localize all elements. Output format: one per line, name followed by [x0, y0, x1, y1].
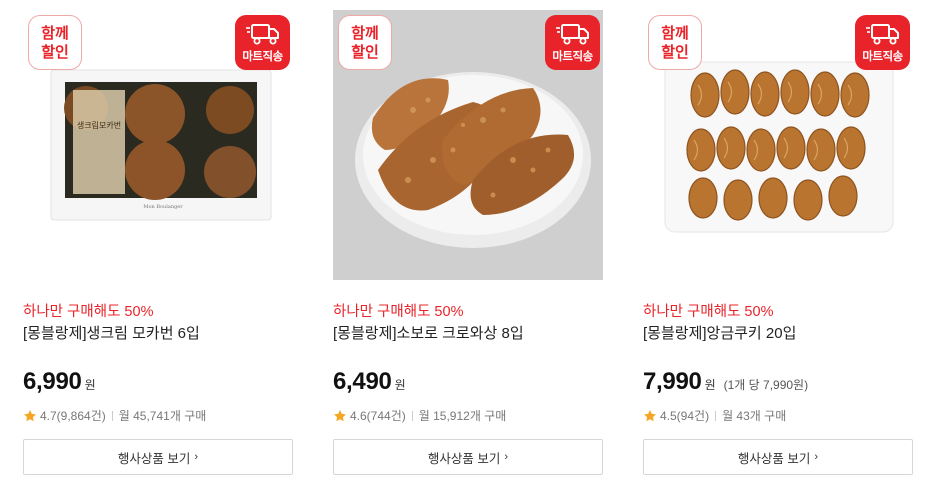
chevron-right-icon: › — [814, 451, 819, 463]
monthly-purchases: 월 45,741개 구매 — [118, 409, 207, 423]
star-icon — [644, 409, 656, 421]
mart-delivery-badge: 마트직송 — [235, 15, 290, 70]
price: 7,990 — [643, 368, 702, 395]
badge-line-2: 할인 — [41, 43, 69, 61]
price: 6,990 — [23, 368, 82, 395]
button-label: 행사상품 보기 — [117, 451, 191, 466]
together-discount-badge: 함께 할인 — [28, 15, 82, 70]
monthly-purchases: 월 15,912개 구매 — [418, 409, 507, 423]
badge-line-1: 함께 — [661, 24, 689, 42]
rating-row: 4.5(94건) 월 43개 구매 — [643, 407, 786, 424]
monthly-purchases: 월 43개 구매 — [722, 409, 787, 423]
chevron-right-icon: › — [504, 451, 509, 463]
currency-label: 원 — [704, 378, 716, 392]
divider — [715, 410, 717, 421]
product-title[interactable]: [몽블랑제]생크림 모카번 6입 — [23, 322, 200, 343]
badge-line-1: 함께 — [41, 24, 69, 42]
rating-row: 4.7(9,864건) 월 45,741개 구매 — [23, 407, 206, 424]
currency-label: 원 — [84, 378, 96, 392]
divider — [111, 410, 113, 421]
view-promo-products-button[interactable]: 행사상품 보기 › — [333, 439, 603, 475]
button-label: 행사상품 보기 — [427, 451, 501, 466]
product-title[interactable]: [몽블랑제]소보로 크로와상 8입 — [333, 322, 524, 343]
star-icon — [334, 409, 346, 421]
product-card[interactable]: 함께 할인 마트직송 하나만 구매해도 50% [몽블랑제]앙금쿠키 20입 7… — [643, 10, 913, 490]
price-row: 6,490 원 — [333, 368, 406, 396]
product-image[interactable]: 함께 할인 마트직송 — [333, 10, 603, 280]
rating-text: 4.7(9,864건) — [40, 409, 106, 423]
badge-line-2: 할인 — [661, 43, 689, 61]
product-title[interactable]: [몽블랑제]앙금쿠키 20입 — [643, 322, 796, 343]
rating-row: 4.6(744건) 월 15,912개 구매 — [333, 407, 506, 424]
promo-text: 하나만 구매해도 50% — [23, 304, 154, 320]
view-promo-products-button[interactable]: 행사상품 보기 › — [23, 439, 293, 475]
product-image[interactable]: 생크림모카번 Mon Boulanger 함께 할인 마트직송 — [23, 10, 293, 280]
product-card[interactable]: 생크림모카번 Mon Boulanger 함께 할인 마트직송 하나만 구매해도… — [23, 10, 293, 490]
mart-label: 마트직송 — [552, 51, 593, 63]
mart-delivery-badge: 마트직송 — [545, 15, 600, 70]
together-discount-badge: 함께 할인 — [648, 15, 702, 70]
together-discount-badge: 함께 할인 — [338, 15, 392, 70]
promo-text: 하나만 구매해도 50% — [333, 304, 464, 320]
unit-price: (1개 당 7,990원) — [723, 378, 809, 392]
svg-text:생크림모카번: 생크림모카번 — [77, 120, 121, 130]
mart-label: 마트직송 — [242, 51, 283, 63]
truck-icon — [555, 24, 589, 45]
product-card[interactable]: 함께 할인 마트직송 하나만 구매해도 50% [몽블랑제]소보로 크로와상 8… — [333, 10, 603, 490]
svg-text:Mon Boulanger: Mon Boulanger — [143, 204, 183, 210]
price: 6,490 — [333, 368, 392, 395]
mart-label: 마트직송 — [862, 51, 903, 63]
rating-text: 4.5(94건) — [660, 409, 710, 423]
price-row: 6,990 원 — [23, 368, 96, 396]
mart-delivery-badge: 마트직송 — [855, 15, 910, 70]
product-image[interactable]: 함께 할인 마트직송 — [643, 10, 913, 280]
badge-line-1: 함께 — [351, 24, 379, 42]
truck-icon — [245, 24, 279, 45]
truck-icon — [865, 24, 899, 45]
rating-text: 4.6(744건) — [350, 409, 406, 423]
view-promo-products-button[interactable]: 행사상품 보기 › — [643, 439, 913, 475]
star-icon — [24, 409, 36, 421]
price-row: 7,990 원 (1개 당 7,990원) — [643, 368, 808, 396]
currency-label: 원 — [394, 378, 406, 392]
promo-text: 하나만 구매해도 50% — [643, 304, 774, 320]
badge-line-2: 할인 — [351, 43, 379, 61]
divider — [411, 410, 413, 421]
chevron-right-icon: › — [194, 451, 199, 463]
button-label: 행사상품 보기 — [737, 451, 811, 466]
